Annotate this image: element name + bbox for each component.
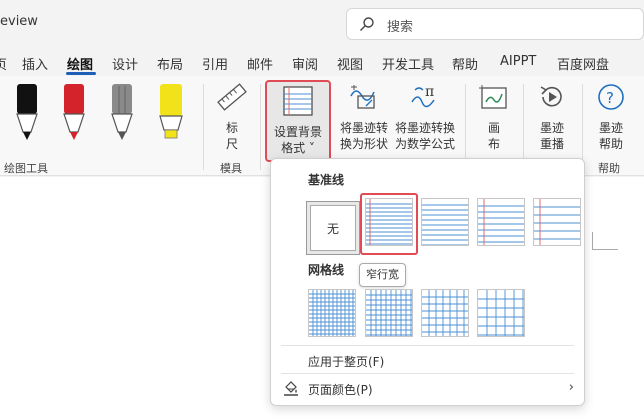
- lined-paper-icon: [267, 86, 329, 120]
- apply-to-page-label: 应用于整页(F): [308, 355, 385, 369]
- canvas-icon: [472, 82, 516, 116]
- window-title: eview: [0, 14, 38, 29]
- tab-page[interactable]: 页: [0, 54, 7, 73]
- tab-view[interactable]: 视图: [337, 54, 363, 73]
- group-separator: [203, 84, 204, 170]
- grid-medium-option[interactable]: [365, 289, 413, 337]
- rule-wide-option[interactable]: [477, 198, 525, 246]
- tab-aippt[interactable]: AIPPT: [500, 54, 536, 69]
- ribbon-tabs: 页 插入 绘图 设计 布局 引用 邮件 审阅 视图 开发工具 帮助 AIPPT …: [0, 50, 644, 76]
- search-placeholder: 搜索: [387, 20, 414, 35]
- rule-none-label: 无: [326, 221, 339, 236]
- tab-layout[interactable]: 布局: [157, 54, 183, 73]
- replay-icon: [530, 82, 574, 116]
- paint-bucket-icon: [283, 380, 299, 399]
- tab-baidu-netdisk[interactable]: 百度网盘: [557, 54, 609, 73]
- ink-to-math-label-1: 将墨迹转换: [394, 121, 455, 135]
- rule-extra-wide-option[interactable]: [533, 198, 581, 246]
- background-format-button[interactable]: 设置背景 格式 ˅: [265, 80, 331, 162]
- rule-none-option[interactable]: 无: [306, 201, 360, 255]
- background-format-label-1: 设置背景: [273, 125, 322, 139]
- page-margin-marker: [592, 232, 618, 250]
- ink-help-label-2: 帮助: [598, 137, 623, 151]
- group-separator: [260, 84, 261, 170]
- tab-references[interactable]: 引用: [202, 54, 228, 73]
- page-color-item[interactable]: 页面颜色(P) ›: [271, 375, 584, 403]
- tab-review[interactable]: 审阅: [292, 54, 318, 73]
- ink-to-math-icon: π: [392, 82, 458, 116]
- ink-to-shape-label-2: 换为形状: [339, 137, 388, 151]
- highlighter-icon[interactable]: [157, 84, 185, 146]
- ink-help-label-1: 墨迹: [598, 121, 623, 135]
- ruler-icon: [210, 82, 254, 116]
- background-format-label-2: 格式 ˅: [281, 141, 315, 155]
- tooltip: 窄行宽: [359, 263, 406, 287]
- tab-help[interactable]: 帮助: [452, 54, 478, 73]
- ink-replay-label-2: 重播: [539, 137, 564, 151]
- tab-insert[interactable]: 插入: [22, 54, 48, 73]
- black-pen-icon[interactable]: [14, 84, 40, 146]
- ink-to-shape-icon: [337, 82, 391, 116]
- tab-design[interactable]: 设计: [112, 54, 138, 73]
- ruler-label-1: 标: [225, 121, 238, 135]
- red-pen-icon[interactable]: [61, 84, 87, 146]
- tab-mailings[interactable]: 邮件: [247, 54, 273, 73]
- svg-text:π: π: [425, 84, 434, 100]
- group-label-drawing-tools: 绘图工具: [4, 162, 48, 175]
- pencil-icon[interactable]: [109, 84, 135, 146]
- group-label-help: 帮助: [598, 162, 620, 175]
- grid-extra-large-option[interactable]: [477, 289, 525, 337]
- ink-replay-label-1: 墨迹: [539, 121, 564, 135]
- apply-to-page-item[interactable]: 应用于整页(F): [271, 347, 584, 375]
- chevron-right-icon: ›: [568, 380, 574, 395]
- canvas-label-2: 布: [487, 137, 500, 151]
- ink-to-math-label-2: 为数学公式: [394, 137, 455, 151]
- svg-text:?: ?: [606, 89, 614, 107]
- section-rule-lines: 基准线: [308, 173, 345, 187]
- canvas-label-1: 画: [487, 121, 500, 135]
- ink-to-shape-button[interactable]: 将墨迹转 换为形状: [337, 82, 391, 152]
- section-grid-lines: 网格线: [308, 263, 345, 277]
- title-bar: eview 搜索: [0, 0, 644, 46]
- ruler-label-2: 尺: [225, 137, 238, 151]
- ink-help-button[interactable]: ? 墨迹 帮助: [589, 82, 633, 152]
- rule-none-inner: 无: [310, 205, 356, 251]
- grid-small-option[interactable]: [308, 289, 356, 337]
- ink-replay-button[interactable]: 墨迹 重播: [530, 82, 574, 152]
- ink-to-shape-label-1: 将墨迹转: [339, 121, 388, 135]
- background-format-dropdown: 基准线 无 窄行宽 网格线 应用于整页(F) 页面颜色(P) ›: [270, 158, 585, 406]
- tab-draw[interactable]: 绘图: [67, 54, 93, 73]
- active-tab-indicator: [66, 72, 96, 75]
- rule-college-option[interactable]: [421, 198, 469, 246]
- search-box[interactable]: 搜索: [346, 8, 644, 40]
- group-separator: [582, 84, 583, 170]
- ruler-button[interactable]: 标 尺: [210, 82, 254, 152]
- ink-to-math-button[interactable]: π 将墨迹转换 为数学公式: [392, 82, 458, 152]
- tab-developer[interactable]: 开发工具: [382, 54, 434, 73]
- search-icon: [359, 16, 375, 36]
- canvas-button[interactable]: 画 布: [472, 82, 516, 152]
- grid-large-option[interactable]: [421, 289, 469, 337]
- group-label-stencils: 模具: [220, 162, 242, 175]
- page-color-label: 页面颜色(P): [308, 383, 373, 397]
- rule-narrow-option[interactable]: [365, 198, 413, 246]
- menu-divider: [281, 345, 574, 346]
- help-icon: ?: [589, 82, 633, 116]
- menu-divider: [281, 373, 574, 374]
